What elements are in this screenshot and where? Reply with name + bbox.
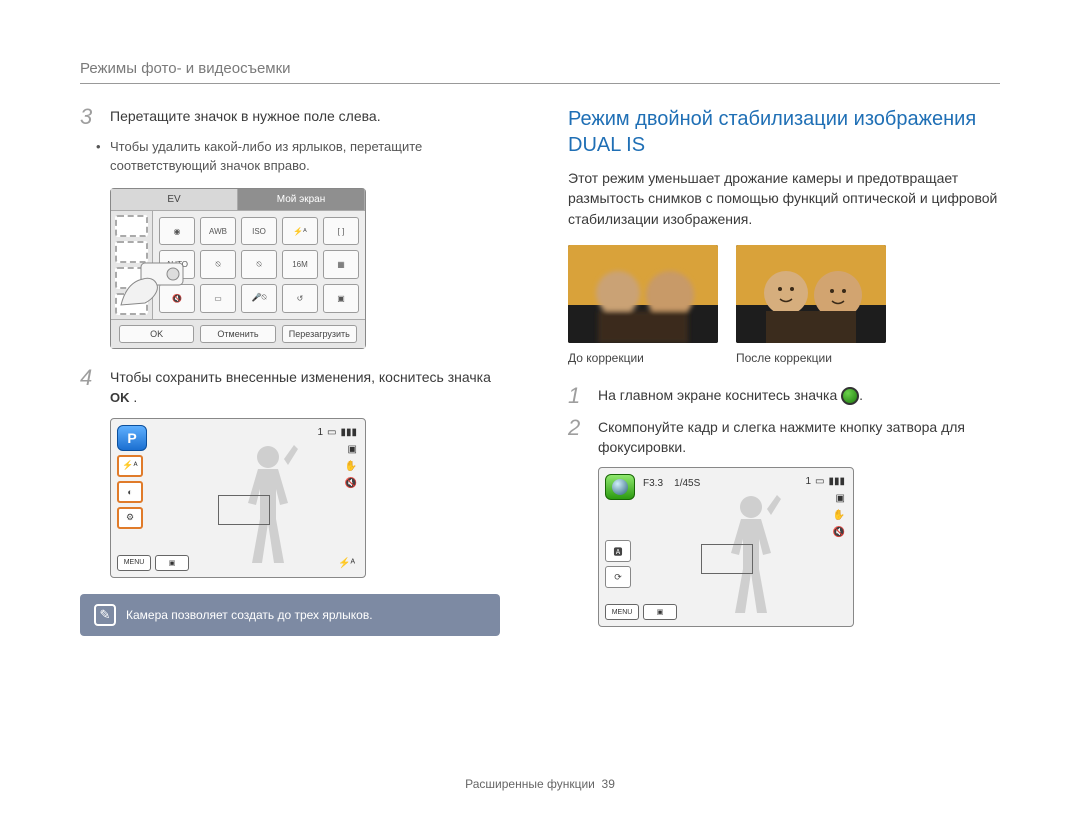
- note-text: Камера позволяет создать до трех ярлыков…: [126, 608, 373, 622]
- ok-glyph: OK: [110, 390, 130, 405]
- live-view-dual-screen: F3.3 1/45S 🅰 ⟳ MENU ▣ 1 ▭ ▮▮▮ ▣ ✋ 🔇: [598, 467, 854, 627]
- stabilizer-status-icon: ✋: [345, 461, 357, 472]
- dual-is-title: Режим двойной стабилизации изображения D…: [568, 106, 1000, 158]
- auto-icon[interactable]: AUTO: [159, 250, 195, 279]
- quality-icon[interactable]: ▦: [323, 250, 359, 279]
- flash-auto-icon[interactable]: ⚡ᴬ: [282, 217, 318, 246]
- off-shortcut-icon[interactable]: ⟳: [605, 566, 631, 588]
- iso-auto-icon[interactable]: ISO: [241, 217, 277, 246]
- step-number: 3: [80, 106, 98, 128]
- shortcut-slot-3[interactable]: [115, 267, 148, 289]
- voice-memo-off-icon[interactable]: 🎤⍉: [241, 284, 277, 313]
- tab-ev[interactable]: EV: [111, 189, 238, 210]
- right-column: Режим двойной стабилизации изображения D…: [568, 106, 1000, 636]
- mode-p-badge[interactable]: P: [117, 425, 147, 451]
- shortcut-dropzone[interactable]: [111, 211, 153, 319]
- menu-button[interactable]: MENU: [605, 604, 639, 620]
- flash-indicator: ⚡ᴬ: [338, 558, 355, 569]
- voice-off-status-icon: 🔇: [833, 527, 845, 538]
- reset-button[interactable]: Перезагрузить: [282, 325, 357, 343]
- focus-box: [218, 495, 270, 525]
- voice-off-status-icon: 🔇: [345, 478, 357, 489]
- battery-icon: ▮▮▮: [828, 476, 845, 487]
- ok-button[interactable]: OK: [119, 325, 194, 343]
- footer-page-number: 39: [602, 777, 615, 791]
- dual-is-badge[interactable]: [605, 474, 635, 500]
- auto-shortcut-icon[interactable]: 🅰: [605, 540, 631, 562]
- step-r2: 2 Скомпонуйте кадр и слегка нажмите кноп…: [568, 417, 1000, 458]
- shortcut-slot-1[interactable]: [115, 215, 148, 237]
- gallery-icon[interactable]: ▣: [323, 284, 359, 313]
- off-2-icon[interactable]: ⍉: [241, 250, 277, 279]
- page-footer: Расширенные функции 39: [0, 777, 1080, 791]
- status-stack: 1 ▭ ▮▮▮ ▣ ✋ 🔇: [317, 427, 357, 489]
- contrast-shortcut-icon[interactable]: ◐: [117, 481, 143, 503]
- exposure-dot-icon[interactable]: ◉: [159, 217, 195, 246]
- playback-button[interactable]: ▣: [155, 555, 189, 571]
- cancel-button[interactable]: Отменить: [200, 325, 275, 343]
- step-text: Скомпонуйте кадр и слегка нажмите кнопку…: [598, 417, 1000, 458]
- settings-shortcut-icon[interactable]: ⚙: [117, 507, 143, 529]
- icon-grid: ◉ AWB ISO ⚡ᴬ [ ] AUTO ⍉ ⍉ 16M ▦ 🔇 ▭ 🎤⍉ ↺…: [153, 211, 365, 319]
- step-text: Чтобы сохранить внесенные изменения, кос…: [110, 367, 512, 408]
- step-r1-text-after: .: [859, 387, 863, 403]
- live-view-p-screen: P ⚡ᴬ ◐ ⚙ MENU ▣ 1 ▭ ▮▮▮ ▣ ✋ 🔇 ⚡ᴬ: [110, 418, 366, 578]
- after-caption: После коррекции: [736, 351, 886, 365]
- battery-icon: ▮▮▮: [340, 427, 357, 438]
- edit-shortcuts-screen: EV Мой экран: [110, 188, 366, 349]
- awb-icon[interactable]: AWB: [200, 217, 236, 246]
- focus-box: [701, 544, 753, 574]
- playback-button[interactable]: ▣: [643, 604, 677, 620]
- divider: [80, 83, 1000, 84]
- step-3: 3 Перетащите значок в нужное поле слева.: [80, 106, 512, 128]
- step-number: 4: [80, 367, 98, 408]
- after-photo: [736, 245, 886, 343]
- shortcut-slot-2[interactable]: [115, 241, 148, 263]
- step-text: Перетащите значок в нужное поле слева.: [110, 106, 381, 128]
- aperture-value: F3.3: [643, 478, 663, 489]
- gallery-status-icon: ▣: [836, 493, 845, 504]
- step-r1-text-before: На главном экране коснитесь значка: [598, 387, 837, 403]
- dual-is-mode-icon: [841, 387, 859, 405]
- exposure-readout: F3.3 1/45S: [643, 478, 700, 489]
- step-4: 4 Чтобы сохранить внесенные изменения, к…: [80, 367, 512, 408]
- step-r1: 1 На главном экране коснитесь значка .: [568, 385, 1000, 407]
- step-4-text: Чтобы сохранить внесенные изменения, кос…: [110, 369, 491, 385]
- footer-section: Расширенные функции: [465, 777, 595, 791]
- status-stack: 1 ▭ ▮▮▮ ▣ ✋ 🔇: [805, 476, 845, 538]
- stabilizer-status-icon: ✋: [833, 510, 845, 521]
- step-text: На главном экране коснитесь значка .: [598, 385, 863, 407]
- shutter-value: 1/45S: [674, 478, 700, 489]
- step-3-bullet: Чтобы удалить какой-либо из ярлыков, пер…: [80, 138, 512, 176]
- focus-bracket-icon[interactable]: [ ]: [323, 217, 359, 246]
- before-caption: До коррекции: [568, 351, 718, 365]
- info-note: ✎ Камера позволяет создать до трех ярлык…: [80, 594, 500, 636]
- menu-button[interactable]: MENU: [117, 555, 151, 571]
- shot-counter: 1: [317, 427, 323, 438]
- shot-counter: 1: [805, 476, 811, 487]
- shortcut-slot-4[interactable]: [115, 293, 148, 315]
- off-1-icon[interactable]: ⍉: [200, 250, 236, 279]
- info-icon: ✎: [94, 604, 116, 626]
- storage-icon[interactable]: ▭: [200, 284, 236, 313]
- gallery-status-icon: ▣: [348, 444, 357, 455]
- dual-is-desc: Этот режим уменьшает дрожание камеры и п…: [568, 168, 1000, 229]
- voice-off-icon[interactable]: 🔇: [159, 284, 195, 313]
- before-photo: [568, 245, 718, 343]
- flash-shortcut-icon[interactable]: ⚡ᴬ: [117, 455, 143, 477]
- storage-icon: ▭: [815, 476, 824, 487]
- left-column: 3 Перетащите значок в нужное поле слева.…: [80, 106, 512, 636]
- review-icon[interactable]: ↺: [282, 284, 318, 313]
- tab-my-screen[interactable]: Мой экран: [238, 189, 365, 210]
- step-number: 1: [568, 385, 586, 407]
- storage-icon: ▭: [327, 427, 336, 438]
- resolution-icon[interactable]: 16M: [282, 250, 318, 279]
- breadcrumb: Режимы фото- и видеосъемки: [80, 60, 1000, 77]
- step-number: 2: [568, 417, 586, 458]
